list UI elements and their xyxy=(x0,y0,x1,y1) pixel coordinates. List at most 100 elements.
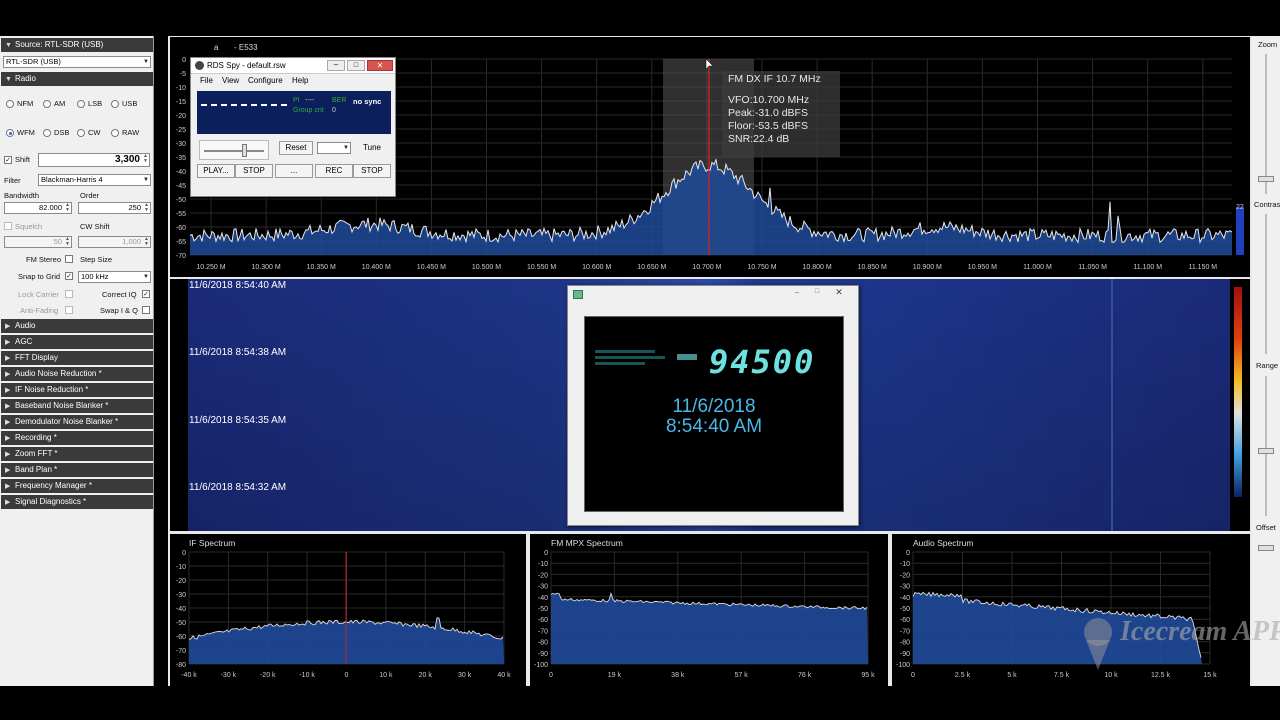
minimize-icon[interactable]: – xyxy=(788,288,806,299)
section-agc-label: AGC xyxy=(15,337,33,346)
offset-label: Offset xyxy=(1256,523,1276,532)
fm-stereo-checkbox[interactable] xyxy=(65,255,73,263)
step-size-select[interactable]: 100 kHz ▼ xyxy=(78,271,151,283)
rec-button[interactable]: REC xyxy=(315,164,353,178)
section-audio[interactable]: ▶ Audio xyxy=(1,319,153,333)
rds-level-slider[interactable] xyxy=(199,140,269,160)
y-tick-label: 0 xyxy=(182,57,186,64)
spinner-icon[interactable]: ▲ ▼ xyxy=(143,154,148,164)
maximize-icon[interactable]: □ xyxy=(808,288,826,299)
maximize-icon[interactable]: □ xyxy=(347,60,365,71)
mode-radio-usb[interactable] xyxy=(111,100,119,108)
radio-header[interactable]: ▼ Radio xyxy=(1,72,153,86)
bandwidth-input[interactable]: 82.000 ▲ ▼ xyxy=(4,202,72,214)
y-tick-label: -90 xyxy=(900,651,910,658)
mode-radio-nfm[interactable] xyxy=(6,100,14,108)
right-slider-bar: Zoom Contrast Range Offset xyxy=(1252,36,1280,686)
rds-spy-window[interactable]: RDS Spy - default.rsw – □ ✕ File View Co… xyxy=(190,57,396,197)
mode-radio-lsb[interactable] xyxy=(77,100,85,108)
section-frequency-manager[interactable]: ▶ Frequency Manager * xyxy=(1,479,153,493)
snap-to-grid-label: Snap to Grid xyxy=(18,272,61,281)
menu-file[interactable]: File xyxy=(200,76,213,85)
menu-view[interactable]: View xyxy=(222,76,239,85)
minimize-icon[interactable]: – xyxy=(327,60,345,71)
spinner-icon[interactable]: ▲ ▼ xyxy=(65,203,70,213)
offset-slider-thumb[interactable] xyxy=(1258,545,1274,551)
mode-radio-wfm[interactable] xyxy=(6,129,14,137)
rds-slider-thumb[interactable] xyxy=(242,144,247,157)
section-recording[interactable]: ▶ Recording * xyxy=(1,431,153,445)
spinner-icon[interactable]: ▲ ▼ xyxy=(144,203,149,213)
menu-help[interactable]: Help xyxy=(292,76,308,85)
rds-select[interactable]: ▼ xyxy=(317,142,351,154)
zoom-slider-thumb[interactable] xyxy=(1258,176,1274,182)
source-header[interactable]: ▼ Source: RTL-SDR (USB) xyxy=(1,38,153,52)
stop-button[interactable]: STOP xyxy=(235,164,273,178)
shift-checkbox[interactable]: ✓ xyxy=(4,156,12,164)
expand-triangle-icon: ▶ xyxy=(5,451,11,458)
anti-fading-checkbox[interactable] xyxy=(65,306,73,314)
mode-radio-cw[interactable] xyxy=(77,129,85,137)
zoom-slider-track[interactable] xyxy=(1265,54,1267,194)
section-signal-diagnostics[interactable]: ▶ Signal Diagnostics * xyxy=(1,495,153,509)
section-baseband-noise-blanker[interactable]: ▶ Baseband Noise Blanker * xyxy=(1,399,153,413)
snap-to-grid-checkbox[interactable]: ✓ xyxy=(65,272,73,280)
range-slider-track[interactable] xyxy=(1265,376,1267,516)
squelch-input[interactable]: 50 ▲ ▼ xyxy=(4,236,72,248)
reset-button[interactable]: Reset xyxy=(279,141,313,155)
close-icon[interactable]: ✕ xyxy=(367,60,393,71)
shift-input[interactable]: 3,300 ▲ ▼ xyxy=(38,153,150,167)
range-slider-thumb[interactable] xyxy=(1258,448,1274,454)
contrast-slider-track[interactable] xyxy=(1265,214,1267,354)
y-tick-label: -45 xyxy=(176,183,186,190)
cw-shift-input[interactable]: 1,000 ▲ ▼ xyxy=(78,236,151,248)
mode-radio-raw[interactable] xyxy=(111,129,119,137)
menu-configure[interactable]: Configure xyxy=(248,76,283,85)
y-tick-label: -35 xyxy=(176,155,186,162)
expand-triangle-icon: ▶ xyxy=(5,355,11,362)
correct-iq-checkbox[interactable]: ✓ xyxy=(142,290,150,298)
radio-camera-window[interactable]: – □ ✕ 94500 11/6/2018 8:54:40 AM xyxy=(567,285,859,526)
squelch-checkbox[interactable] xyxy=(4,222,12,230)
if-spectrum-panel[interactable]: 0 -10 -20 -30 -40 -50 -60 -70 -80 -40 k -30 k -20 k… xyxy=(170,534,526,686)
play-button[interactable]: PLAY... xyxy=(197,164,235,178)
mpx-spectrum-panel[interactable]: 0 -10 -20 -30 -40 -50 -60 -70 -80 -90 -100 0 19 k 38 … xyxy=(530,534,888,686)
tune-button[interactable]: Tune xyxy=(355,141,389,155)
y-tick-label: -50 xyxy=(900,606,910,613)
x-tick-label: 10.950 M xyxy=(968,264,997,271)
swap-iq-checkbox[interactable] xyxy=(142,306,150,314)
mode-radio-dsb[interactable] xyxy=(43,129,51,137)
browse-button[interactable]: ... xyxy=(275,164,313,178)
y-tick-label: -90 xyxy=(538,651,548,658)
filter-select[interactable]: Blackman-Harris 4 ▼ xyxy=(38,174,151,186)
zoom-label: Zoom xyxy=(1258,40,1278,49)
rds-titlebar[interactable]: RDS Spy - default.rsw – □ ✕ xyxy=(191,58,395,74)
mode-label-cw: CW xyxy=(88,128,101,137)
lock-carrier-checkbox[interactable] xyxy=(65,290,73,298)
y-tick-label: 0 xyxy=(544,550,548,557)
mode-radio-am[interactable] xyxy=(43,100,51,108)
radio-lcd-indicators xyxy=(595,347,670,373)
dropdown-arrow-icon: ▼ xyxy=(143,177,149,183)
section-band-plan[interactable]: ▶ Band Plan * xyxy=(1,463,153,477)
spinner-icon[interactable]: ▲ ▼ xyxy=(144,237,149,247)
y-tick-label: 0 xyxy=(906,550,910,557)
x-tick-label: 15 k xyxy=(1203,672,1217,679)
x-tick-label: 10.300 M xyxy=(252,264,281,271)
section-audio-noise-reduction-label: Audio Noise Reduction * xyxy=(15,369,102,378)
x-tick-label: 10.700 M xyxy=(692,264,721,271)
order-input[interactable]: 250 ▲ ▼ xyxy=(78,202,151,214)
y-tick-label: -10 xyxy=(176,564,186,571)
section-demodulator-noise-blanker[interactable]: ▶ Demodulator Noise Blanker * xyxy=(1,415,153,429)
close-icon[interactable]: ✕ xyxy=(830,287,848,298)
section-audio-noise-reduction[interactable]: ▶ Audio Noise Reduction * xyxy=(1,367,153,381)
section-agc[interactable]: ▶ AGC xyxy=(1,335,153,349)
source-select[interactable]: RTL-SDR (USB) ▼ xyxy=(3,56,151,68)
section-fft-display[interactable]: ▶ FFT Display xyxy=(1,351,153,365)
contrast-value: 22 xyxy=(1236,204,1244,211)
expand-triangle-icon: ▶ xyxy=(5,339,11,346)
spinner-icon[interactable]: ▲ ▼ xyxy=(65,237,70,247)
section-if-noise-reduction[interactable]: ▶ IF Noise Reduction * xyxy=(1,383,153,397)
stop-rec-button[interactable]: STOP xyxy=(353,164,391,178)
section-zoom-fft[interactable]: ▶ Zoom FFT * xyxy=(1,447,153,461)
